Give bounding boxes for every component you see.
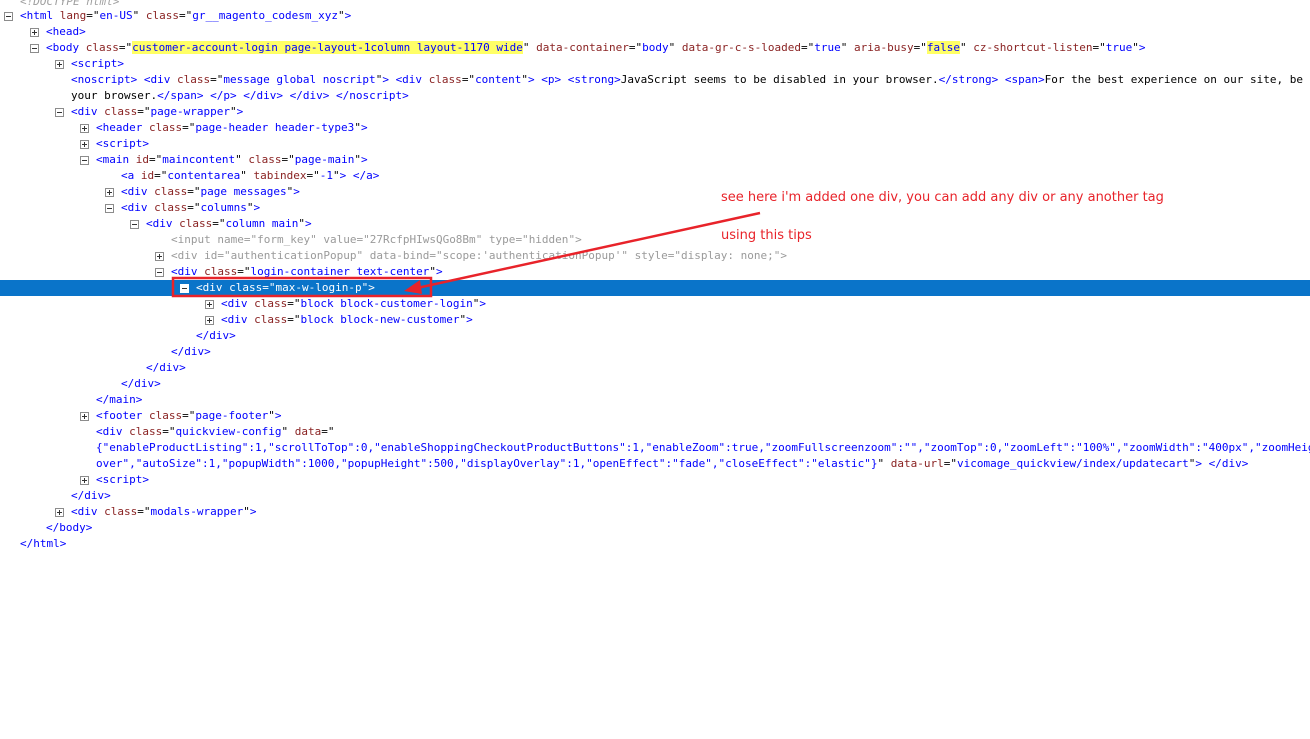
highlight-box [171, 276, 433, 298]
annotation-overlay [171, 211, 761, 298]
annotation-arrow [407, 211, 761, 292]
arrowhead-icon [404, 280, 422, 294]
